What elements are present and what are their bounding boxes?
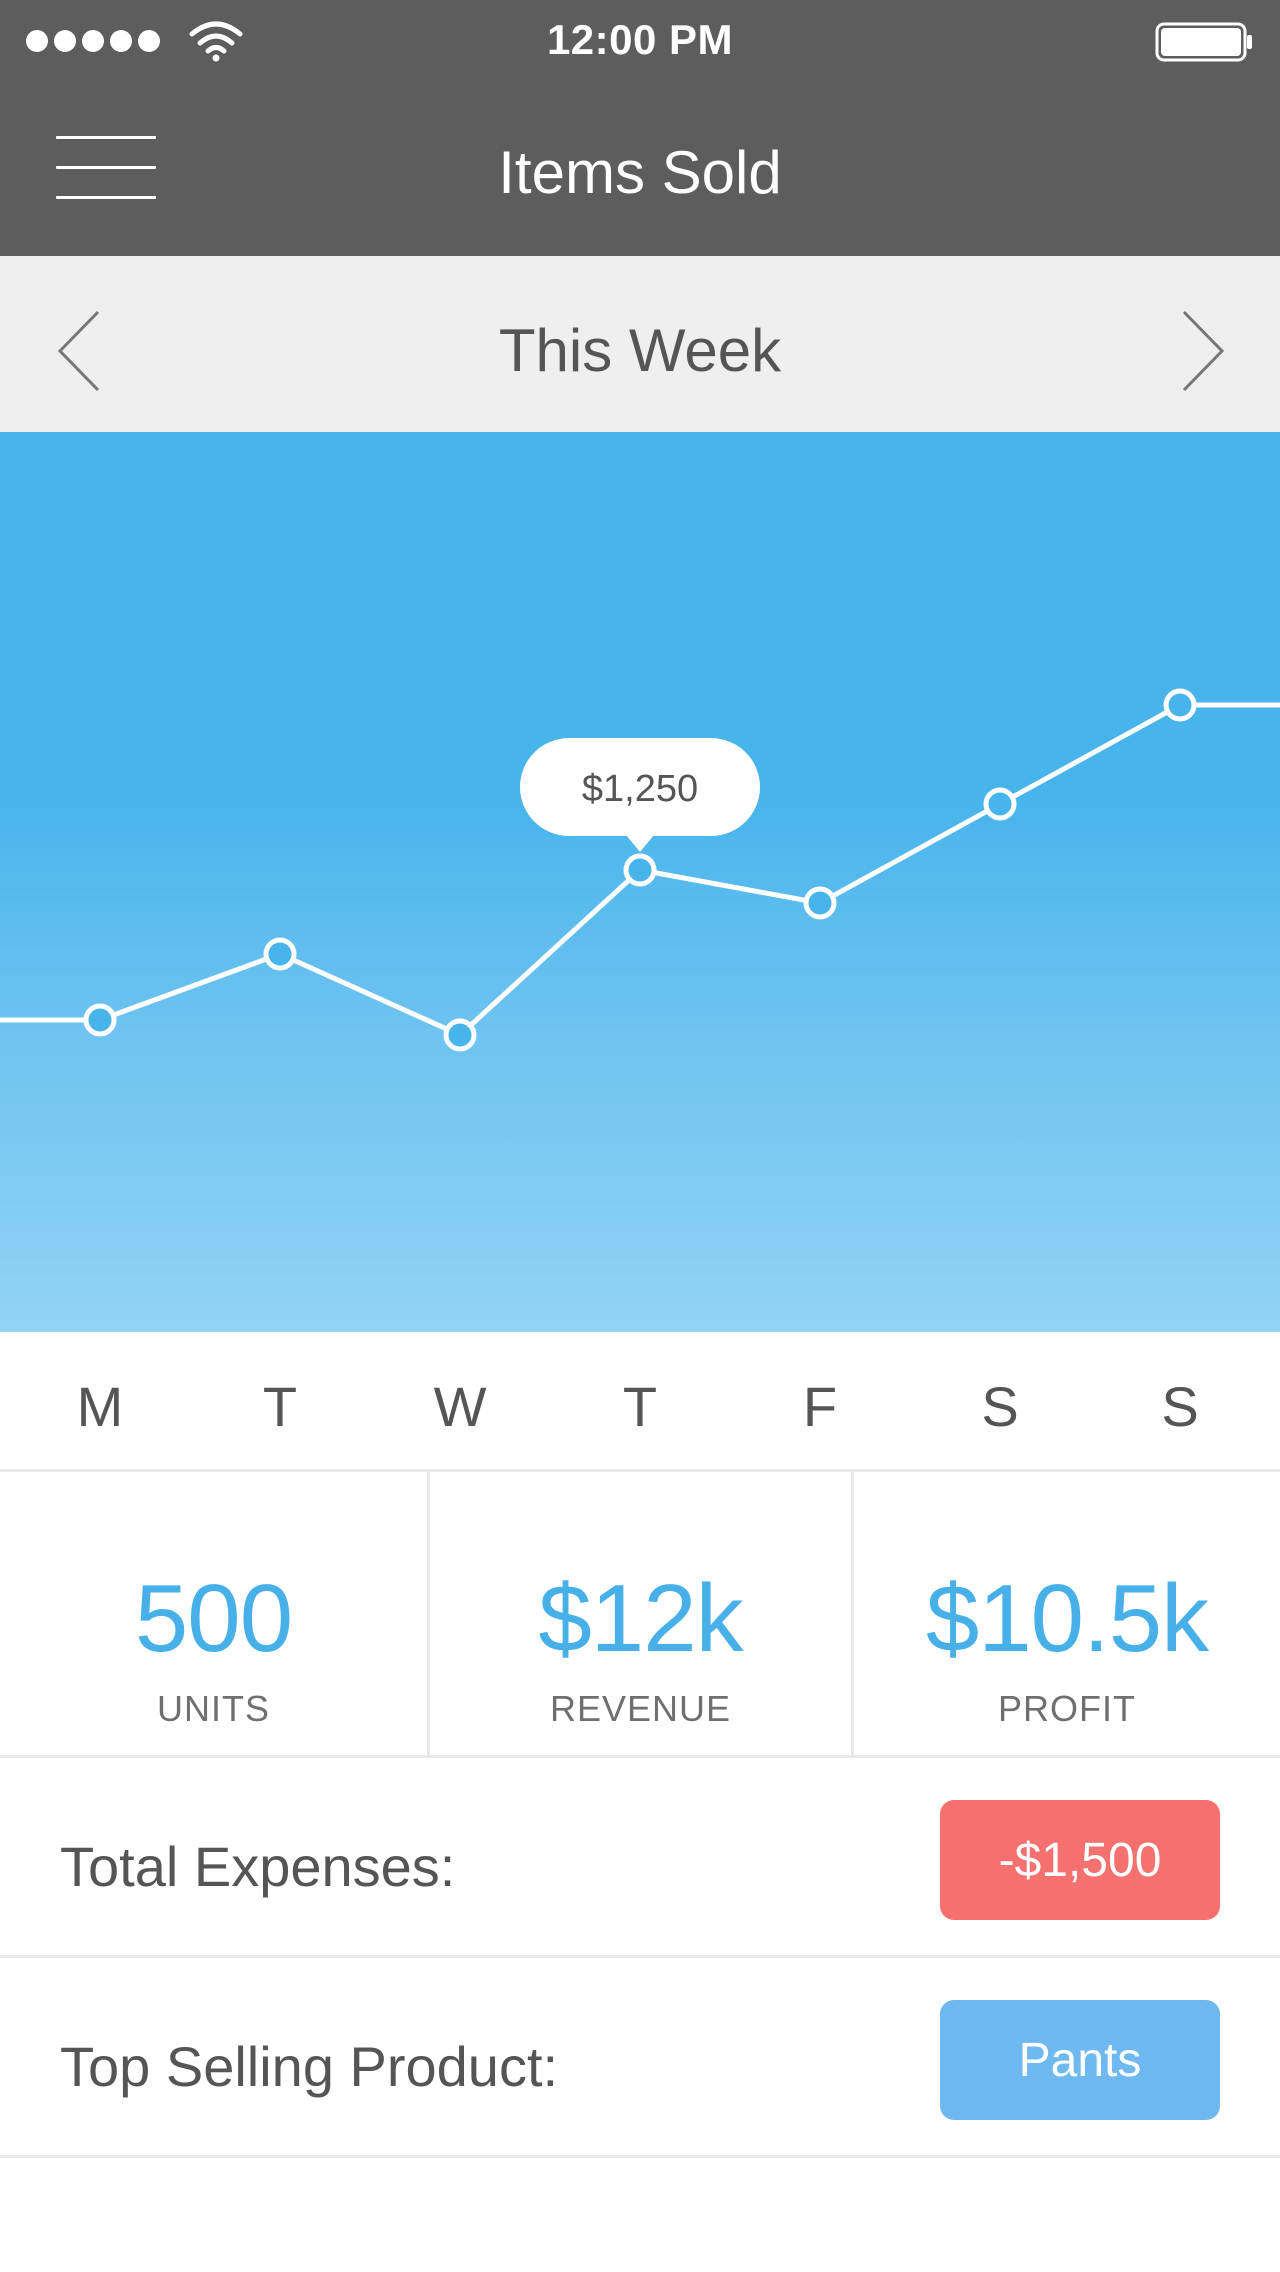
status-bar: 12:00 PM bbox=[0, 0, 1280, 80]
day-label: W bbox=[433, 1375, 487, 1438]
stat-profit: $10.5k PROFIT bbox=[854, 1472, 1280, 1755]
tooltip-label: $1,250 bbox=[582, 768, 698, 810]
data-point[interactable] bbox=[1163, 688, 1197, 722]
day-label: S bbox=[1161, 1375, 1199, 1438]
day-axis: M T W T F S S bbox=[0, 1332, 1280, 1472]
day-label: F bbox=[802, 1375, 838, 1438]
data-point[interactable] bbox=[803, 886, 837, 920]
stat-label: REVENUE bbox=[549, 1688, 732, 1729]
stat-value: $10.5k bbox=[925, 1565, 1209, 1672]
day-label: T bbox=[262, 1375, 298, 1438]
data-point[interactable] bbox=[623, 853, 657, 887]
status-time: 12:00 PM bbox=[546, 16, 734, 63]
stats-row: 500 UNITS $12k REVENUE $10.5k PROFIT bbox=[0, 1472, 1280, 1758]
stat-revenue: $12k REVENUE bbox=[430, 1472, 854, 1755]
stat-value: $12k bbox=[538, 1565, 743, 1672]
chart-svg: $1,250 bbox=[0, 688, 1280, 1052]
expenses-badge[interactable]: -$1,500 bbox=[940, 1800, 1220, 1920]
navigation-bar: Items Sold bbox=[0, 80, 1280, 256]
stat-units: 500 UNITS bbox=[0, 1472, 430, 1755]
page-title: Items Sold bbox=[498, 139, 782, 206]
day-label: S bbox=[981, 1375, 1019, 1438]
data-point[interactable] bbox=[443, 1018, 477, 1052]
data-point[interactable] bbox=[263, 937, 297, 971]
stat-value: 500 bbox=[134, 1565, 293, 1672]
battery-icon bbox=[1155, 22, 1252, 62]
chevron-right-icon[interactable] bbox=[1170, 306, 1230, 396]
stat-label: UNITS bbox=[157, 1688, 270, 1729]
period-selector: This Week bbox=[0, 256, 1280, 432]
sales-line-chart: $1,250 bbox=[0, 432, 1280, 1332]
data-point[interactable] bbox=[83, 1003, 117, 1037]
day-label: T bbox=[622, 1375, 658, 1438]
expenses-row: Total Expenses: -$1,500 bbox=[0, 1758, 1280, 1958]
stat-label: PROFIT bbox=[998, 1688, 1136, 1729]
day-label: M bbox=[76, 1375, 124, 1438]
value-tooltip: $1,250 bbox=[520, 738, 760, 852]
data-point[interactable] bbox=[983, 787, 1017, 821]
top-product-badge[interactable]: Pants bbox=[940, 2000, 1220, 2120]
period-label: This Week bbox=[498, 317, 782, 384]
top-product-row: Top Selling Product: Pants bbox=[0, 1958, 1280, 2158]
top-product-label: Top Selling Product: bbox=[60, 2035, 559, 2098]
expenses-label: Total Expenses: bbox=[60, 1835, 456, 1898]
